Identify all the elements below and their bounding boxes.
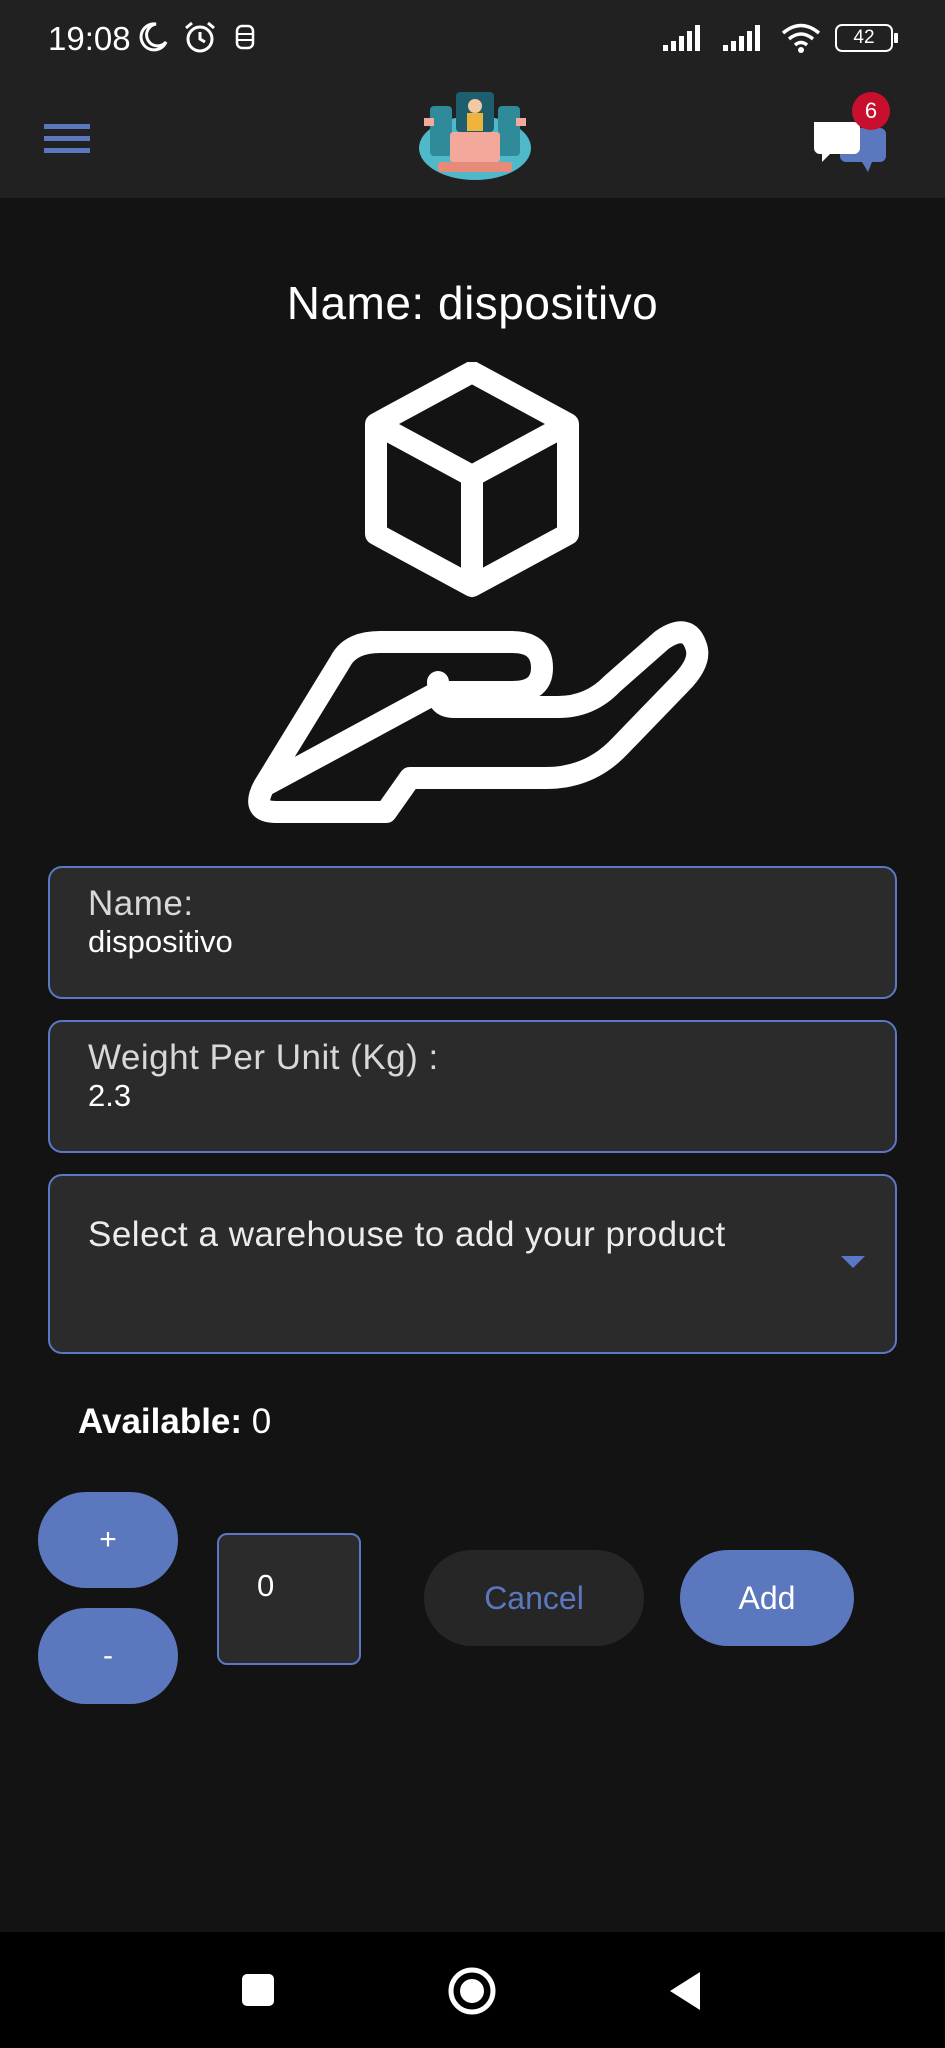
- home-icon[interactable]: [447, 1966, 497, 2016]
- wifi-icon: [781, 23, 821, 53]
- app-logo: [419, 92, 531, 180]
- decrement-button[interactable]: -: [38, 1608, 178, 1704]
- chat-badge: 6: [852, 92, 890, 130]
- increment-button[interactable]: +: [38, 1492, 178, 1588]
- available-text: Available: 0: [78, 1402, 271, 1442]
- cancel-button[interactable]: Cancel: [424, 1550, 644, 1646]
- weight-field-value: 2.3: [88, 1078, 132, 1113]
- package-in-hand-icon: [248, 362, 709, 823]
- status-icons-left: [136, 20, 260, 56]
- quantity-box: [217, 1533, 361, 1665]
- name-field[interactable]: Name: dispositivo: [48, 866, 897, 999]
- available-value: 0: [251, 1402, 272, 1441]
- notification-icon: [235, 24, 255, 50]
- signal-icon: [663, 25, 700, 51]
- warehouse-select[interactable]: Select a warehouse to add your product: [48, 1174, 897, 1354]
- system-nav-bar: [0, 1932, 945, 2048]
- caret-down-icon: [841, 1256, 865, 1268]
- status-icons-right: 42: [661, 22, 898, 54]
- name-field-label: Name:: [88, 884, 194, 923]
- alarm-icon: [185, 21, 215, 53]
- page-title: Name: dispositivo: [286, 277, 659, 329]
- status-bar: 19:08 42: [0, 0, 945, 80]
- status-time: 19:08: [48, 20, 131, 57]
- back-icon[interactable]: [666, 1970, 704, 2012]
- name-field-value: dispositivo: [88, 924, 233, 959]
- battery-icon: 42: [835, 24, 898, 52]
- recent-apps-icon[interactable]: [240, 1972, 276, 2008]
- weight-field[interactable]: Weight Per Unit (Kg) : 2.3: [48, 1020, 897, 1153]
- warehouse-select-placeholder: Select a warehouse to add your product: [88, 1215, 726, 1254]
- available-label: Available:: [78, 1402, 243, 1441]
- hamburger-menu-icon[interactable]: [44, 116, 90, 162]
- add-button[interactable]: Add: [680, 1550, 854, 1646]
- app-bar: 6: [0, 80, 945, 198]
- quantity-input[interactable]: [219, 1535, 359, 1663]
- signal-icon-2: [723, 25, 760, 51]
- battery-level: 42: [853, 27, 875, 48]
- moon-icon: [139, 22, 168, 52]
- weight-field-label: Weight Per Unit (Kg) :: [88, 1038, 439, 1077]
